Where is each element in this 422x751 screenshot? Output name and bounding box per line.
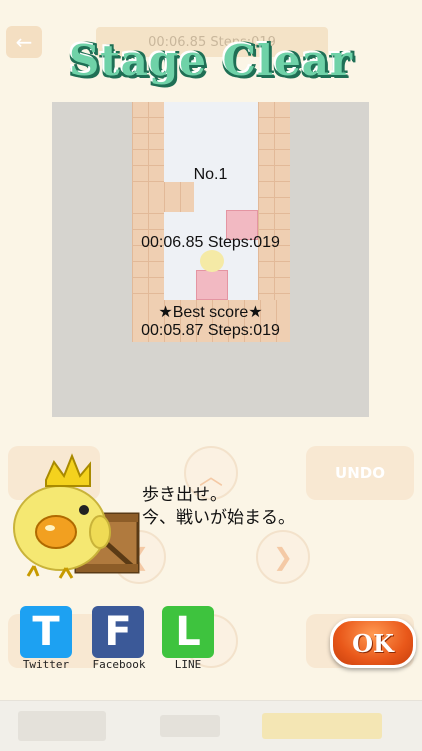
line-label: LINE xyxy=(174,658,202,671)
ad-cta xyxy=(262,713,382,739)
story-line-2: 今、戦いが始まる。 xyxy=(142,508,295,528)
chevron-right-icon: ❯ xyxy=(272,543,294,571)
chick-player-icon xyxy=(200,250,224,272)
ad-banner[interactable] xyxy=(0,700,422,751)
undo-button[interactable]: UNDO xyxy=(306,446,414,500)
facebook-share-button[interactable]: F xyxy=(92,606,144,658)
line-icon: L xyxy=(175,609,201,655)
undo-label: UNDO xyxy=(335,464,385,482)
best-score: 00:05.87 Steps:019 xyxy=(141,322,280,339)
line-share-button[interactable]: L xyxy=(162,606,214,658)
facebook-label: Facebook xyxy=(92,658,146,671)
twitter-icon: T xyxy=(32,609,60,655)
chick-mascot-icon xyxy=(13,453,140,579)
crate-tile xyxy=(196,270,228,300)
story-message: 歩き出せ。 今、戦いが始まる。 xyxy=(142,484,295,530)
ok-button[interactable]: OK xyxy=(330,618,416,668)
story-line-1: 歩き出せ。 xyxy=(142,485,227,505)
best-score-label: ★Best score★ xyxy=(158,304,263,321)
current-score: 00:06.85 Steps:019 xyxy=(141,234,280,251)
ad-text xyxy=(160,715,220,737)
stage-number: No.1 xyxy=(193,166,228,183)
ok-label: OK xyxy=(352,628,394,658)
stage-clear-title: Stage Clear xyxy=(68,36,354,85)
facebook-icon: F xyxy=(104,609,132,655)
twitter-label: Twitter xyxy=(22,658,70,671)
twitter-share-button[interactable]: T xyxy=(20,606,72,658)
right-arrow-button[interactable]: ❯ xyxy=(256,530,310,584)
ad-logo xyxy=(18,711,106,741)
brick-wall-middle xyxy=(132,182,194,212)
